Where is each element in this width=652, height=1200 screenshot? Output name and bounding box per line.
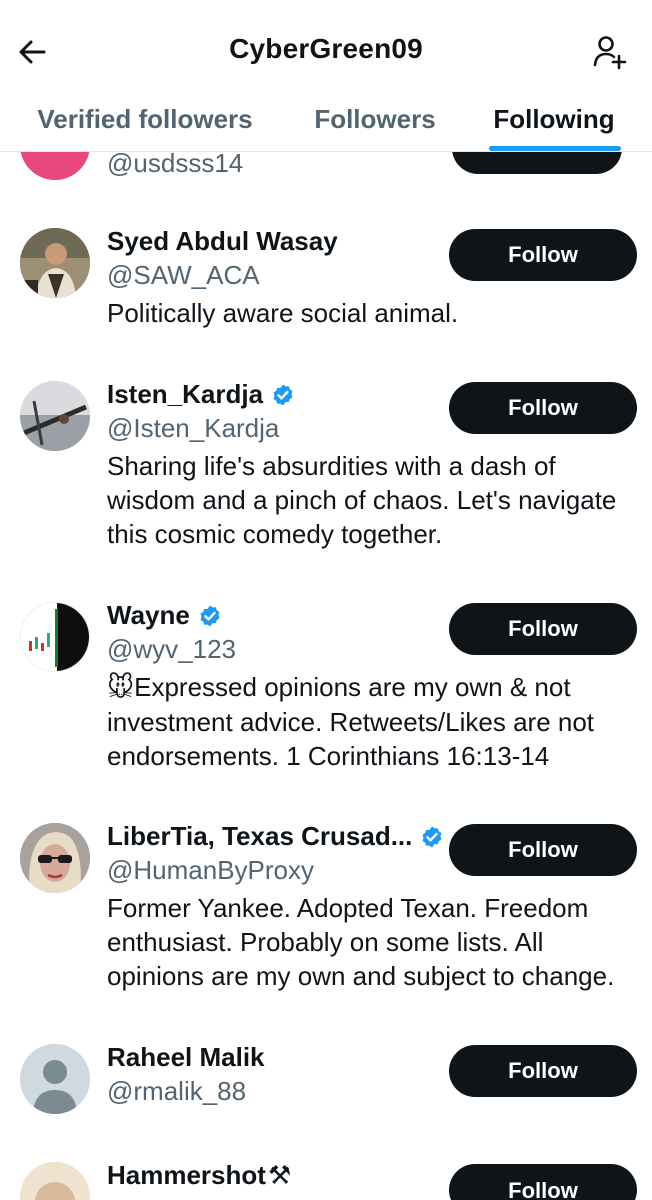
user-handle: @usdsss14 — [107, 148, 244, 178]
page-title: CyberGreen09 — [229, 33, 423, 64]
user-name-text: LiberTia, Texas Crusad... — [107, 821, 413, 851]
follow-button[interactable]: Follow — [449, 1164, 637, 1200]
user-name-text: Isten_Kardja — [107, 379, 264, 409]
user-bio: 🐭Expressed opinions are my own & not inv… — [107, 670, 632, 773]
user-handle: @rmalik_88 — [107, 1076, 247, 1106]
follow-button[interactable]: Follow — [449, 229, 637, 281]
verified-badge-icon — [273, 384, 293, 405]
user-name[interactable]: Syed Abdul Wasay — [107, 226, 338, 257]
verified-badge-icon — [200, 605, 220, 626]
user-bio-text: Expressed opinions are my own & not inve… — [107, 672, 595, 771]
user-name-text: Wayne — [107, 600, 190, 630]
mouse-emoji-icon: 🐭 — [107, 673, 135, 703]
user-name[interactable]: Wayne — [107, 600, 222, 631]
following-list[interactable]: @usdsss14 Syed Abdul Wasay @SAW_ACA Poli… — [0, 0, 652, 1200]
list-item[interactable]: Wayne @wyv_123 🐭Expressed opinions are m… — [0, 594, 652, 784]
user-handle: @wyv_123 — [107, 634, 237, 664]
follow-button[interactable]: Follow — [449, 1045, 637, 1097]
user-name-text: Raheel Malik — [107, 1042, 265, 1072]
avatar[interactable] — [20, 228, 90, 298]
avatar[interactable] — [20, 1162, 90, 1200]
follow-button[interactable]: Follow — [449, 382, 637, 434]
hammer-pick-icon: ⚒ — [267, 1160, 292, 1191]
user-name-text: Hammershot — [107, 1160, 266, 1190]
follow-person-button[interactable] — [590, 32, 630, 72]
user-name[interactable]: LiberTia, Texas Crusad... — [107, 821, 444, 852]
list-item[interactable]: Raheel Malik @rmalik_88 Follow — [0, 1036, 652, 1146]
user-bio: Sharing life's absurdities with a dash o… — [107, 451, 617, 549]
user-name[interactable]: Isten_Kardja — [107, 379, 295, 410]
follow-button[interactable]: Follow — [449, 824, 637, 876]
back-button[interactable] — [14, 34, 50, 70]
avatar[interactable] — [20, 823, 90, 893]
user-handle: @SAW_ACA — [107, 260, 260, 290]
user-handle: @Isten_Kardja — [107, 413, 280, 443]
tab-bar: Verified followers Followers Following — [0, 86, 652, 152]
follow-button[interactable]: Follow — [449, 603, 637, 655]
tab-verified-followers[interactable]: Verified followers — [20, 86, 270, 152]
list-item[interactable]: Syed Abdul Wasay @SAW_ACA Politically aw… — [0, 220, 652, 350]
user-name-text: Syed Abdul Wasay — [107, 226, 338, 256]
verified-badge-icon — [422, 826, 442, 847]
user-handle: @HumanByProxy — [107, 855, 315, 885]
list-item[interactable]: Isten_Kardja @Isten_Kardja Sharing life'… — [0, 373, 652, 563]
avatar[interactable] — [20, 602, 90, 672]
tab-following[interactable]: Following — [478, 86, 630, 152]
default-avatar-icon[interactable] — [20, 1044, 90, 1114]
tab-followers[interactable]: Followers — [300, 86, 450, 152]
top-bar: CyberGreen09 — [0, 0, 652, 100]
user-name[interactable]: Hammershot ⚒ — [107, 1160, 291, 1191]
arrow-left-icon — [19, 40, 46, 64]
active-tab-indicator — [489, 146, 621, 151]
avatar[interactable] — [20, 381, 90, 451]
user-bio: Former Yankee. Adopted Texan. Freedom en… — [107, 893, 615, 991]
user-name[interactable]: Raheel Malik — [107, 1042, 265, 1073]
list-item[interactable]: LiberTia, Texas Crusad... @HumanByProxy … — [0, 815, 652, 1005]
user-bio: Politically aware social animal. — [107, 298, 459, 328]
add-person-icon — [593, 36, 627, 70]
list-item[interactable]: Hammershot ⚒ Follow — [0, 1156, 652, 1200]
